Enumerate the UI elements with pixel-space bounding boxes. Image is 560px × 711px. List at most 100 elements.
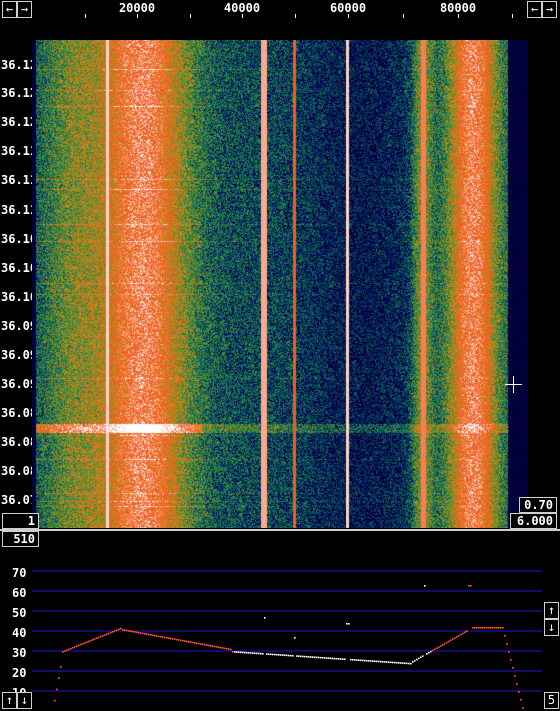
spectrum-point (512, 667, 514, 669)
spectrum-point (194, 642, 196, 644)
level-label: 20 (12, 666, 27, 680)
spectrum-point (122, 629, 124, 631)
spectrum-point (332, 657, 334, 660)
spectrum-point (208, 644, 210, 647)
spectrum-point (452, 638, 454, 640)
spectrum-point (220, 646, 222, 649)
spectrum-point (200, 643, 202, 645)
spectrum-point (362, 659, 364, 662)
spectrum-point (340, 658, 342, 660)
spectrum-point (176, 638, 178, 641)
spectrum-point (102, 635, 104, 637)
spectrum-point (402, 662, 404, 664)
spectrum-point (174, 638, 176, 641)
frequency-label: 80000 (439, 1, 477, 15)
spectrum-point (426, 653, 428, 655)
spectrum-point (214, 645, 216, 648)
spectrum-point (492, 627, 494, 629)
spectrum-point (162, 636, 164, 638)
spectrum-point (150, 634, 152, 636)
level-up-button[interactable]: ↑ (2, 692, 17, 709)
spectrum-point (380, 660, 382, 663)
level-label: 70 (12, 566, 27, 580)
scroll-end-right-button[interactable]: → (542, 1, 557, 18)
spectrum-point (254, 652, 256, 655)
scale-down-button[interactable]: ↓ (544, 619, 559, 636)
spectrum-point (78, 644, 80, 647)
spectrum-point (484, 627, 486, 629)
spectrum-point (518, 691, 520, 693)
spectrum-point (366, 659, 368, 662)
spectrum-point (414, 659, 416, 662)
spectrum-point (86, 641, 88, 643)
frequency-axis-bar: ← → 20000 40000 60000 80000 ← → (0, 0, 560, 20)
zoom-value-box[interactable]: 1 (2, 513, 39, 529)
spectrum-point (338, 658, 340, 660)
spectrum-point (478, 627, 480, 629)
spectrum-point (394, 661, 396, 664)
spectrum-point (456, 636, 458, 638)
spectrum-point (196, 642, 198, 645)
spectrum-point (296, 655, 298, 657)
spectrum-point (386, 661, 388, 663)
spectrum-point (300, 655, 302, 658)
scroll-end-left-button[interactable]: ← (527, 1, 542, 18)
spectrum-point (496, 627, 498, 629)
scale-up-button[interactable]: ↑ (544, 602, 559, 619)
spectrum-point (392, 661, 394, 664)
spectrum-point (276, 653, 278, 656)
spectrum-point (374, 660, 376, 663)
spectrum-point (454, 637, 456, 639)
arrow-left-icon: ← (5, 2, 14, 16)
tick-mark (458, 14, 459, 18)
panel-divider (0, 529, 560, 531)
spectrum-point (462, 632, 464, 635)
spectrum-point (266, 653, 268, 655)
averaging-value-box[interactable]: 5 (544, 692, 559, 709)
waterfall-display[interactable] (32, 40, 528, 528)
spectrum-point (322, 657, 324, 659)
spectrum-point (418, 657, 420, 660)
spectrum-point (268, 653, 270, 655)
spectrum-point (420, 656, 422, 659)
frequency-label: 60000 (329, 1, 367, 15)
arrow-left-icon: ← (530, 2, 539, 16)
fft-size-box[interactable]: 510 (2, 531, 39, 547)
arrow-down-icon: ↓ (547, 620, 556, 634)
spectrum-point (466, 630, 468, 632)
arrow-right-icon: → (20, 2, 29, 16)
spectrum-point (306, 655, 308, 658)
spectrum-point (164, 636, 166, 639)
spectrum-point (232, 651, 234, 653)
spectrum-point (234, 651, 236, 653)
spectrum-point (390, 661, 392, 664)
spectrum-point (92, 639, 94, 641)
spectrum-point (438, 646, 440, 648)
spectrum-point (130, 630, 132, 633)
spectrum-point (504, 635, 506, 637)
gain-value-box[interactable]: 0.70 (519, 497, 557, 513)
range-value-box[interactable]: 6.000 (510, 513, 557, 529)
frequency-label: 20000 (118, 1, 156, 15)
spectrum-point (184, 640, 186, 642)
spectrum-point (64, 650, 66, 652)
spectrum-point (68, 648, 70, 651)
spectrum-point (70, 647, 72, 650)
spectrum-point (124, 629, 126, 631)
scroll-right-button[interactable]: → (17, 1, 32, 18)
level-down-button[interactable]: ↓ (17, 692, 32, 709)
spectrum-point (408, 662, 410, 665)
spectrum-point (166, 637, 168, 639)
spectrum-point (334, 657, 336, 660)
spectrum-point (90, 639, 92, 642)
spectrum-point (352, 659, 354, 661)
spectrum-point (396, 661, 398, 664)
scroll-left-button[interactable]: ← (2, 1, 17, 18)
spectrum-point (246, 651, 248, 654)
spectrum-point (384, 661, 386, 663)
spectrum-point (256, 652, 258, 655)
spectrum-point (56, 688, 58, 691)
spectrum-point (520, 699, 522, 701)
spectrum-plot[interactable] (32, 560, 544, 711)
spectrum-point (346, 623, 348, 625)
